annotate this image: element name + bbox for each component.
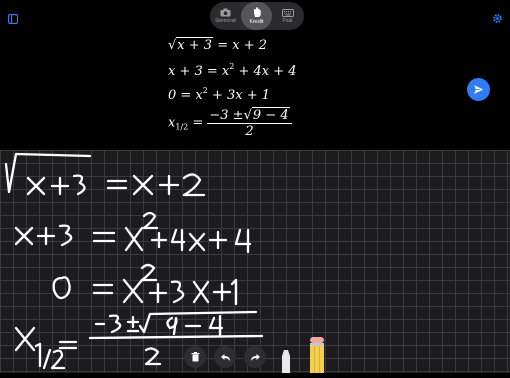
drawing-canvas[interactable] <box>0 150 510 373</box>
top-bar: Skenovat Kreslit Psát √x + 3 = x + 2 x +… <box>0 0 510 150</box>
sidebar-icon[interactable] <box>7 11 19 29</box>
math-fraction: −3 ±√9 − 4 2 <box>207 107 292 139</box>
pencil-icon <box>310 337 324 373</box>
math-rhs-1: = x + 2 <box>217 38 267 53</box>
send-icon <box>474 85 483 94</box>
radicand: 9 − 4 <box>251 107 290 123</box>
math-line-1: √x + 3 = x + 2 <box>168 37 267 53</box>
hand-draw-icon <box>253 7 261 17</box>
math-equals: = <box>188 115 208 131</box>
redo-icon <box>250 353 260 361</box>
undo-button[interactable] <box>214 346 236 368</box>
clear-button[interactable] <box>184 346 206 368</box>
math-part: 0 = x <box>168 88 203 103</box>
math-part: + 4x + 4 <box>234 64 297 79</box>
camera-icon <box>220 8 231 17</box>
math-line-2: x + 3 = x2 + 4x + 4 <box>168 62 297 79</box>
fraction-denominator: 2 <box>245 124 254 139</box>
trash-icon <box>191 352 199 362</box>
pen-icon <box>282 344 290 373</box>
math-line-4: x1/2 = −3 ±√9 − 4 2 <box>168 107 292 139</box>
gear-icon[interactable] <box>492 11 503 29</box>
send-button[interactable] <box>467 78 490 101</box>
math-subscript: 1/2 <box>175 122 189 132</box>
radicand: x + 3 <box>176 37 214 53</box>
redo-button[interactable] <box>244 346 266 368</box>
mode-switch: Skenovat Kreslit Psát <box>210 2 304 30</box>
undo-icon <box>220 353 230 361</box>
keyboard-icon <box>281 8 294 17</box>
mode-type-button[interactable]: Psát <box>272 2 303 30</box>
fraction-numerator: −3 ±√9 − 4 <box>207 107 292 124</box>
mode-type-label: Psát <box>282 17 293 24</box>
mode-draw-label: Kreslit <box>249 19 264 25</box>
mode-scan-label: Skenovat <box>215 18 236 24</box>
math-part: + 3x + 1 <box>207 88 271 103</box>
canvas-toolbar <box>184 346 266 368</box>
radical-sign: √ <box>168 38 177 53</box>
math-part: −3 ± <box>209 108 244 123</box>
handwriting-strokes <box>4 152 264 370</box>
math-line-3: 0 = x2 + 3x + 1 <box>168 86 270 103</box>
mode-scan-button[interactable]: Skenovat <box>210 2 241 30</box>
mode-draw-button[interactable]: Kreslit <box>241 2 272 30</box>
pencil-tool[interactable] <box>309 337 325 378</box>
math-part: x + 3 = x <box>168 64 230 79</box>
